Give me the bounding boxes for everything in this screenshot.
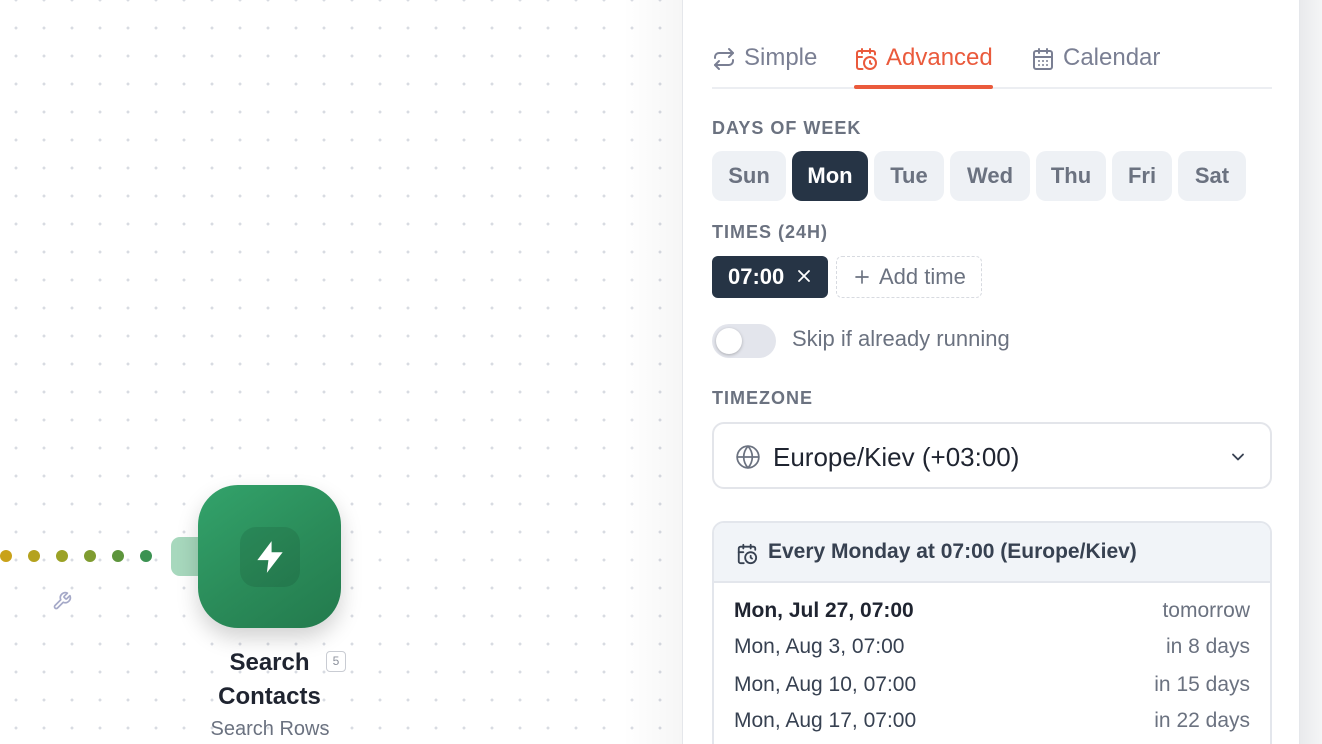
calendar-clock-icon (856, 48, 877, 70)
node-title-line: Search (229, 649, 310, 676)
times-label: TIMES (24H) (712, 222, 829, 242)
timezone-select[interactable]: Europe/Kiev (+03:00) (712, 422, 1272, 489)
tab-simple-label: Simple (744, 44, 818, 71)
schedule-panel: Simple Advanced Calendar DAYS OF WEEK Su… (682, 0, 1300, 744)
tab-calendar[interactable]: Calendar (1031, 36, 1160, 87)
upcoming-run-row: Mon, Jul 27, 07:00 tomorrow (734, 599, 1250, 629)
time-chip: 07:00 (712, 256, 828, 298)
repeat-icon (714, 48, 734, 70)
tab-simple[interactable]: Simple (712, 36, 817, 87)
upcoming-run-row: Mon, Aug 17, 07:00 in 22 days (734, 709, 1250, 739)
run-relative: in 8 days (1165, 635, 1250, 658)
node-title: Search Contacts (198, 646, 341, 714)
day-fri-button[interactable]: Fri (1112, 151, 1172, 201)
schedule-mode-tabs: Simple Advanced Calendar (712, 36, 1272, 89)
connector-dot (28, 550, 40, 562)
schedule-preview: Every Monday at 07:00 (Europe/Kiev) Mon,… (712, 521, 1272, 744)
connector-dot (140, 550, 152, 562)
tab-advanced-label: Advanced (886, 44, 993, 71)
skip-if-running-label: Skip if already running (792, 326, 1010, 351)
day-mon-button[interactable]: Mon (792, 151, 868, 201)
node-input-handle[interactable] (171, 537, 199, 576)
remove-time-icon[interactable] (794, 266, 814, 286)
add-time-button[interactable]: Add time (836, 256, 982, 298)
add-time-label: Add time (879, 264, 966, 289)
connector-dot (56, 550, 68, 562)
connector-dot (112, 550, 124, 562)
tab-calendar-label: Calendar (1063, 44, 1161, 71)
search-contacts-node[interactable] (198, 485, 341, 628)
connector-dot (0, 550, 12, 562)
upcoming-run-row: Mon, Aug 10, 07:00 in 15 days (734, 673, 1250, 703)
run-relative: in 22 days (1154, 709, 1250, 732)
workflow-canvas[interactable]: Search Contacts 5 Search Rows (0, 0, 682, 744)
globe-icon (736, 445, 760, 469)
run-date: Mon, Aug 17, 07:00 (734, 709, 917, 732)
lightning-icon (257, 541, 283, 573)
wrench-icon[interactable] (52, 591, 72, 611)
run-date: Mon, Aug 10, 07:00 (734, 673, 917, 696)
day-wed-button[interactable]: Wed (950, 151, 1030, 201)
plus-icon (855, 270, 869, 284)
day-sun-button[interactable]: Sun (712, 151, 786, 201)
days-of-week-label: DAYS OF WEEK (712, 118, 862, 138)
skip-if-running-toggle[interactable] (712, 324, 776, 358)
node-subtitle: Search Rows (210, 718, 330, 740)
run-relative: tomorrow (1162, 599, 1250, 622)
calendar-icon (1033, 48, 1053, 70)
timezone-label: TIMEZONE (712, 388, 813, 408)
timezone-value: Europe/Kiev (+03:00) (773, 442, 1020, 472)
panel-edge-shadow (1300, 0, 1322, 744)
toggle-knob (716, 328, 742, 354)
schedule-summary: Every Monday at 07:00 (Europe/Kiev) (714, 523, 1270, 583)
run-date: Mon, Aug 3, 07:00 (734, 635, 905, 658)
time-chip-value: 07:00 (728, 264, 785, 289)
day-tue-button[interactable]: Tue (874, 151, 944, 201)
node-icon-tile (240, 527, 300, 587)
node-title-line: Contacts (218, 683, 321, 710)
day-thu-button[interactable]: Thu (1036, 151, 1106, 201)
calendar-clock-icon (737, 543, 758, 565)
schedule-summary-text: Every Monday at 07:00 (Europe/Kiev) (768, 540, 1137, 563)
run-relative: in 15 days (1154, 673, 1250, 696)
connector-dot (84, 550, 96, 562)
chevron-down-icon (1232, 453, 1244, 461)
run-date: Mon, Jul 27, 07:00 (734, 599, 914, 622)
tab-advanced[interactable]: Advanced (854, 36, 993, 89)
day-sat-button[interactable]: Sat (1178, 151, 1246, 201)
upcoming-run-row: Mon, Aug 3, 07:00 in 8 days (734, 635, 1250, 665)
node-count-badge: 5 (326, 651, 346, 672)
canvas-edge-shade (622, 0, 682, 744)
